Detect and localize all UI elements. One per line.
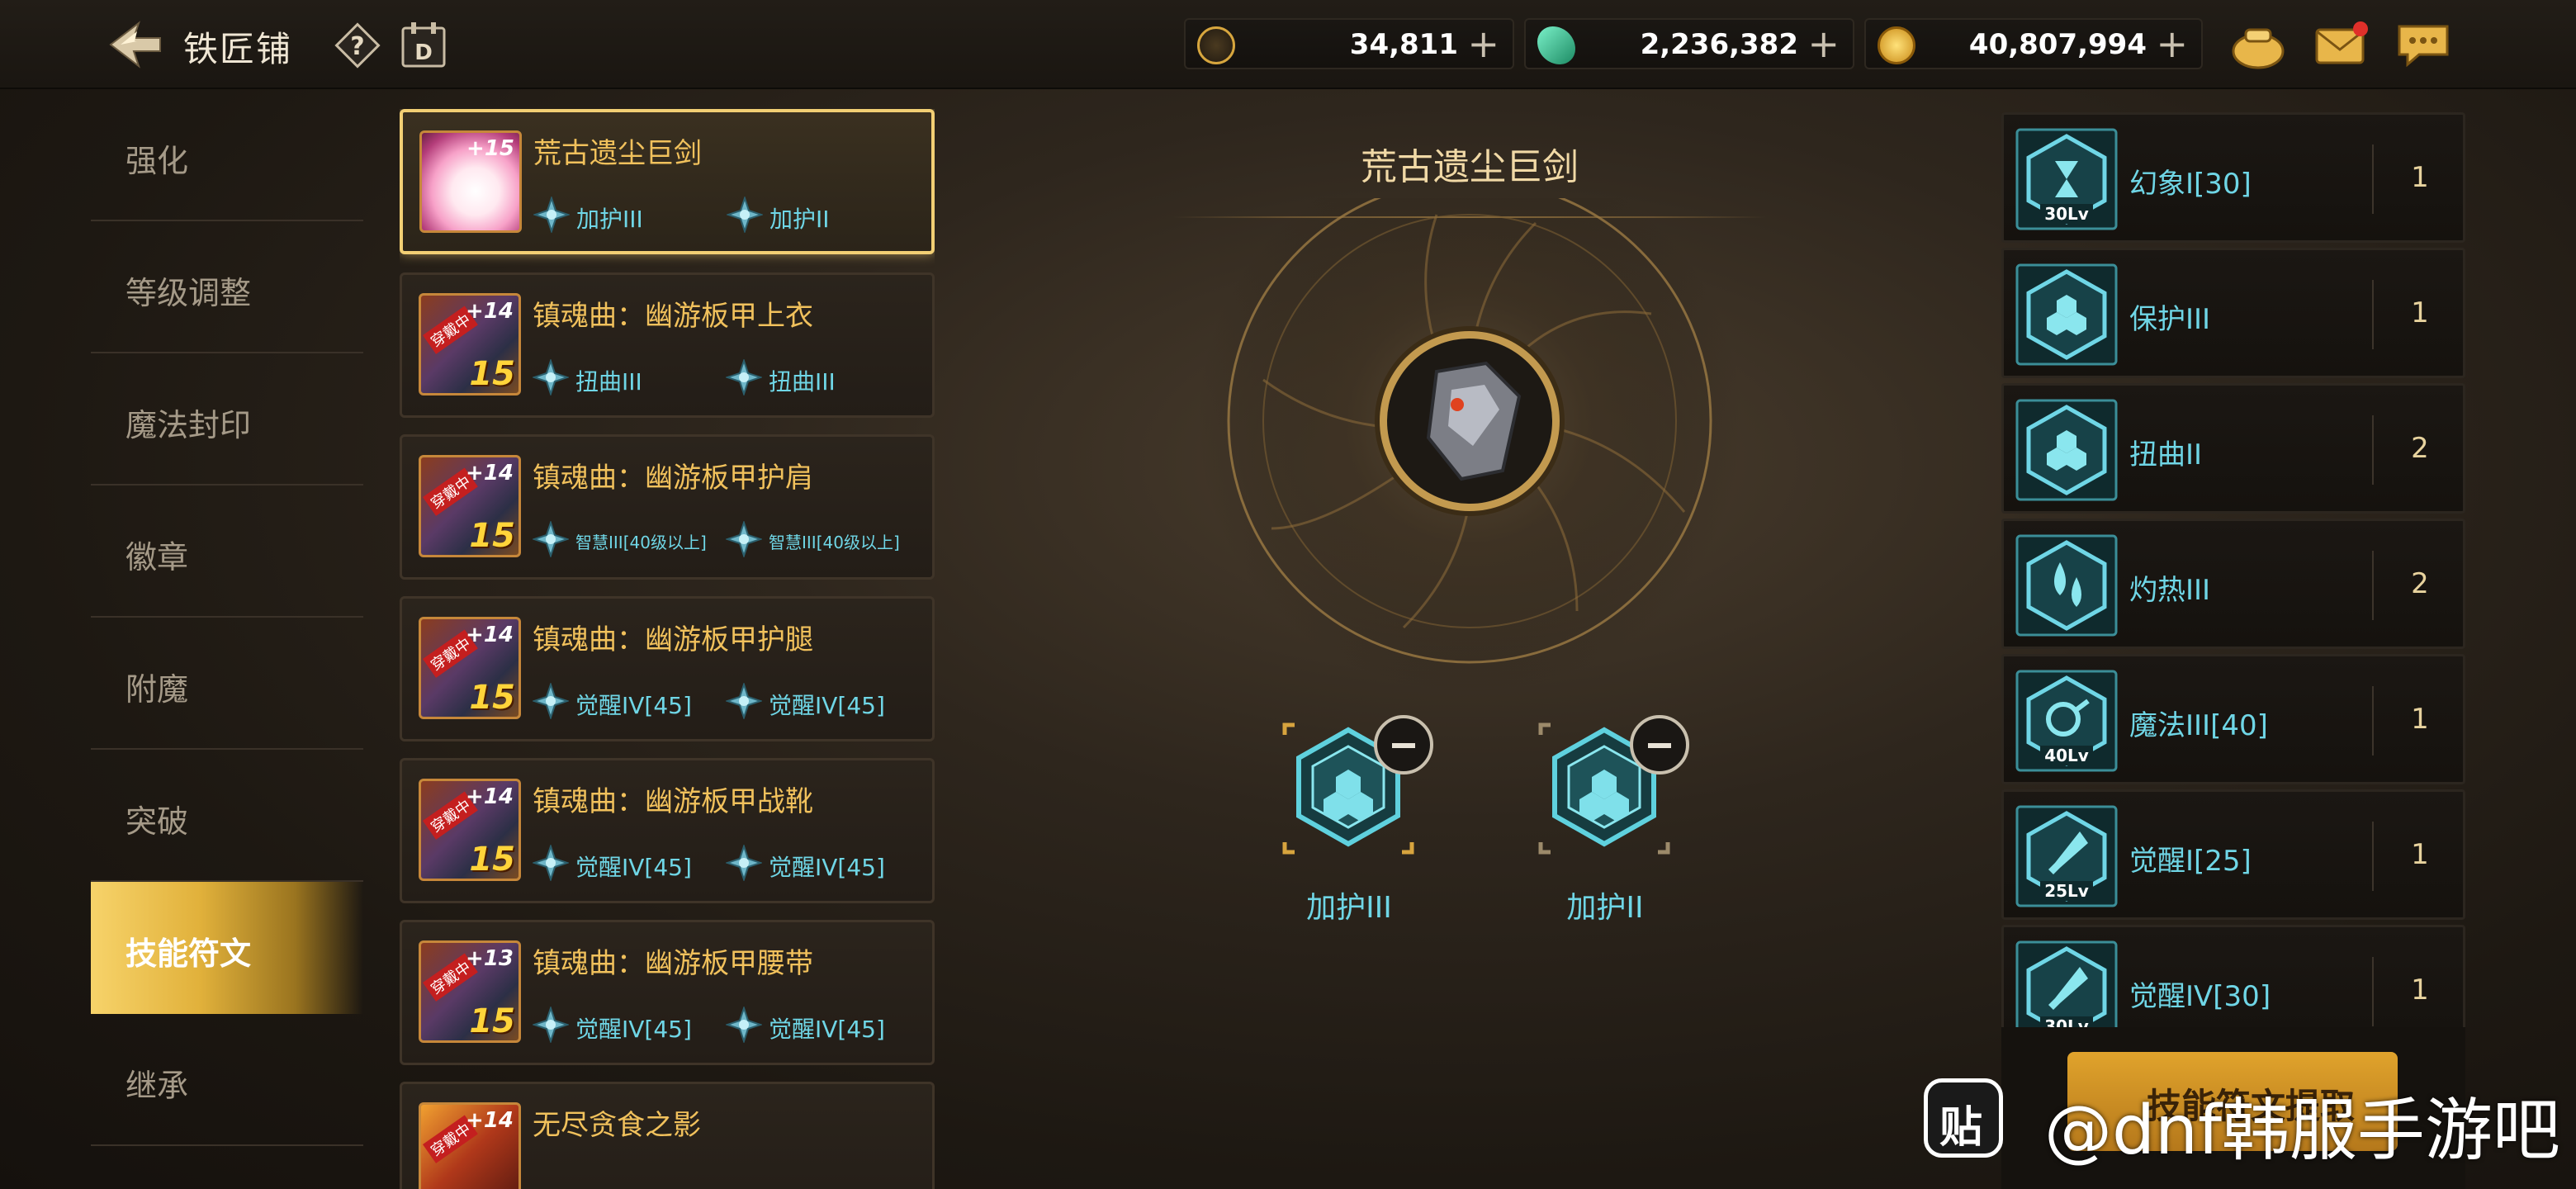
sidebar-item-magic-seal[interactable]: 魔法封印 [91,353,363,486]
rune-slot-label: 加护III [1306,891,1392,925]
item-thumbnail: 穿戴中 +14 15 [419,293,521,396]
rune-star-icon [533,845,569,881]
top-bar: 铁匠铺 ? D 34,811 + 2,236,382 + 40,807,994 … [0,0,2576,89]
rune-row[interactable]: 30Lv 幻象I[30] 1 [2001,112,2465,243]
sidebar-item-skill-rune[interactable]: 技能符文 [91,882,363,1014]
rune-circle-emblem [1197,198,1742,694]
rune-row[interactable]: 保护III 1 [2001,248,2465,378]
item-name: 镇魂曲：幽游板甲战靴 [533,785,813,818]
item-name: 镇魂曲：幽游板甲腰带 [533,947,813,980]
sidebar: 强化 等级调整 魔法封印 徽章 附魔 突破 技能符文 继承 [91,89,363,1189]
item-thumbnail: 穿戴中 +14 15 [419,779,521,881]
gold-coin-icon [1878,26,1915,64]
calendar-icon[interactable]: D [400,20,447,69]
mail-icon[interactable] [2312,18,2370,71]
currency-gold: 40,807,994 + [1864,18,2203,69]
list-item[interactable]: 穿戴中 +14 无尽贪食之影 [400,1082,935,1189]
list-item[interactable]: 穿戴中 +14 15 镇魂曲：幽游板甲护腿 觉醒IV[45] 觉醒IV[45] [400,596,935,741]
rune-slot-label: 加护II [1566,891,1644,925]
rune-protect-icon [2015,263,2118,366]
item-name: 无尽贪食之影 [533,1109,701,1142]
item-name: 荒古遗尘巨剑 [533,137,702,170]
item-thumbnail: 穿戴中 +14 15 [419,455,521,557]
sidebar-item-enchant[interactable]: 附魔 [91,618,363,750]
svg-text:D: D [414,40,433,65]
currency-crescent: 34,811 + [1184,18,1514,69]
item-thumbnail: +15 [419,130,522,233]
rune-star-icon [726,521,762,557]
rune-star-icon [533,1007,569,1043]
rune-distort-icon [2015,399,2118,501]
remove-rune-button[interactable] [1374,715,1433,775]
rune-row[interactable]: 30Lv 觉醒IV[30] 1 [2001,925,2465,1034]
item-name: 镇魂曲：幽游板甲上衣 [533,300,813,333]
watermark-logo: 贴 [1924,1078,2003,1158]
list-item[interactable]: 穿戴中 +14 15 镇魂曲：幽游板甲护肩 智慧III[40级以上] 智慧III… [400,434,935,580]
selected-item-title: 荒古遗尘巨剑 [1361,146,1579,188]
rune-star-icon [533,521,569,557]
sidebar-item-enhance[interactable]: 强化 [91,89,363,221]
currency-value: 34,811 [1349,28,1458,61]
help-icon[interactable]: ? [334,21,381,69]
rune-star-icon [726,1007,762,1043]
list-item[interactable]: 穿戴中 +14 15 镇魂曲：幽游板甲战靴 觉醒IV[45] 觉醒IV[45] [400,758,935,903]
rune-row[interactable]: 扭曲II 2 [2001,383,2465,514]
watermark-text: @dnf韩服手游吧 [2044,1092,2560,1170]
rune-row[interactable]: 40Lv 魔法III[40] 1 [2001,654,2465,784]
rune-inventory: 30Lv 幻象I[30] 1 保护III 1 扭曲II 2 灼热III 2 40… [2001,112,2465,1034]
add-currency-button[interactable]: + [1467,21,1499,66]
green-crystal-icon [1537,26,1575,64]
rune-magic-icon: 40Lv [2015,670,2118,772]
rune-star-icon [726,359,762,396]
sidebar-item-emblem[interactable]: 徽章 [91,486,363,618]
rune-awaken-icon: 25Lv [2015,805,2118,907]
remove-rune-button[interactable] [1630,715,1689,775]
currency-crystal: 2,236,382 + [1524,18,1854,69]
rune-illusion-icon: 30Lv [2015,128,2118,230]
notification-dot [2353,21,2368,36]
list-item[interactable]: 穿戴中 +13 15 镇魂曲：幽游板甲腰带 觉醒IV[45] 觉醒IV[45] [400,920,935,1065]
rune-awaken-icon: 30Lv [2015,940,2118,1034]
rune-star-icon [726,683,762,719]
svg-text:30Lv: 30Lv [2044,204,2089,224]
rune-row[interactable]: 灼热III 2 [2001,519,2465,649]
page-title: 铁匠铺 [183,29,293,69]
currency-value: 2,236,382 [1640,28,1798,61]
rune-star-icon [533,359,569,396]
crescent-coin-icon [1197,26,1235,64]
list-item[interactable]: +15 荒古遗尘巨剑 加护III 加护II [400,109,935,254]
sidebar-item-breakthrough[interactable]: 突破 [91,750,363,882]
sidebar-item-level-adjust[interactable]: 等级调整 [91,221,363,353]
bag-icon[interactable] [2229,18,2287,71]
item-thumbnail: 穿戴中 +14 [419,1102,521,1189]
list-item[interactable]: 穿戴中 +14 15 镇魂曲：幽游板甲上衣 扭曲III 扭曲III [400,272,935,418]
rune-star-icon [533,197,570,233]
svg-text:25Lv: 25Lv [2044,881,2089,901]
rune-star-icon [727,197,763,233]
item-name: 镇魂曲：幽游板甲护肩 [533,462,813,495]
rune-star-icon [533,683,569,719]
rune-star-icon [726,845,762,881]
rune-scorch-icon [2015,534,2118,637]
svg-text:?: ? [350,32,364,61]
add-currency-button[interactable]: + [2156,21,2188,66]
sidebar-item-inherit[interactable]: 继承 [91,1014,363,1146]
rune-row[interactable]: 25Lv 觉醒I[25] 1 [2001,789,2465,920]
svg-text:40Lv: 40Lv [2044,746,2089,765]
item-name: 镇魂曲：幽游板甲护腿 [533,623,813,656]
add-currency-button[interactable]: + [1807,21,1840,66]
equipment-list: +15 荒古遗尘巨剑 加护III 加护II 穿戴中 +14 15 镇魂曲：幽游板… [400,109,935,1189]
currency-value: 40,807,994 [1968,28,2147,61]
chat-icon[interactable] [2394,18,2452,71]
item-thumbnail: 穿戴中 +14 15 [419,617,521,719]
back-arrow-icon[interactable] [106,18,165,71]
item-thumbnail: 穿戴中 +13 15 [419,940,521,1043]
